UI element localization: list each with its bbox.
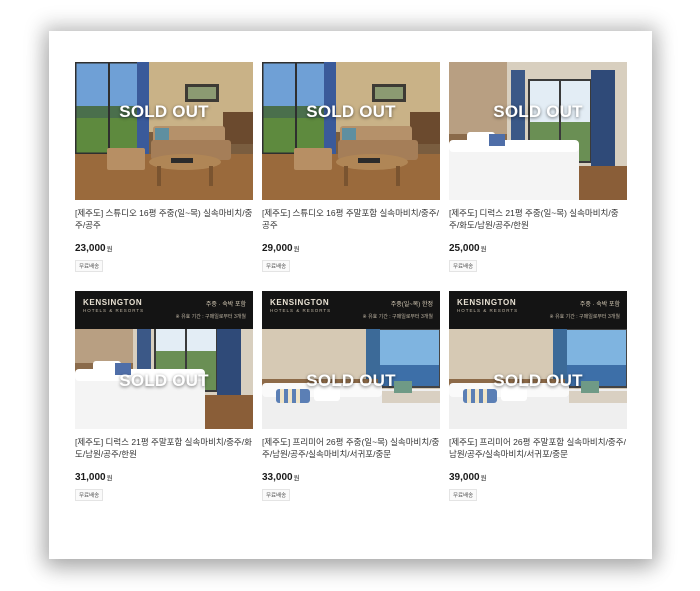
sold-out-overlay: SOLD OUT bbox=[306, 371, 396, 390]
free-shipping-badge: 무료배송 bbox=[449, 489, 478, 501]
hotel-logo: KENSINGTON bbox=[270, 298, 330, 307]
product-image[interactable]: KENSINGTON HOTELS & RESORTS 주중(일~목) 한정 ※… bbox=[262, 291, 440, 429]
product-image[interactable]: KENSINGTON HOTELS & RESORTS 주중 · 숙박 포함 ※… bbox=[75, 291, 253, 429]
price-currency: 원 bbox=[106, 475, 113, 482]
product-image[interactable]: KENSINGTON HOTELS & RESORTS 주중 · 숙박 포함 ※… bbox=[449, 291, 627, 429]
product-card[interactable]: SOLD OUT [제주도] 디럭스 21평 주중(일~목) 실속마비치/중주/… bbox=[449, 62, 627, 273]
product-title[interactable]: [제주도] 프리미어 26평 주말포함 실속마비치/중주/남원/공주/실속마비치… bbox=[449, 436, 627, 461]
price-amount: 29,000 bbox=[262, 243, 293, 254]
banner-validity: ※ 유효 기간 : 구매일로부터 3개월 bbox=[549, 314, 620, 320]
product-card[interactable]: KENSINGTON HOTELS & RESORTS 주중(일~목) 한정 ※… bbox=[262, 291, 440, 502]
product-card[interactable]: SOLD OUT [제주도] 스튜디오 16평 주말포함 실속마비치/중주/공주… bbox=[262, 62, 440, 273]
price-currency: 원 bbox=[480, 246, 487, 253]
banner-promo: 주중(일~목) 한정 bbox=[390, 302, 433, 308]
price-amount: 33,000 bbox=[262, 472, 293, 483]
hotel-logo-sub: HOTELS & RESORTS bbox=[83, 308, 145, 313]
banner-promo: 주중 · 숙박 포함 bbox=[579, 302, 620, 308]
product-price: 33,000원 bbox=[262, 472, 440, 483]
product-price: 39,000원 bbox=[449, 472, 627, 483]
sold-out-overlay: SOLD OUT bbox=[493, 102, 583, 121]
product-price: 25,000원 bbox=[449, 243, 627, 254]
hotel-banner: KENSINGTON HOTELS & RESORTS 주중 · 숙박 포함 ※… bbox=[449, 291, 627, 329]
product-title[interactable]: [제주도] 프리미어 26평 주중(일~목) 실속마비치/중주/남원/공주/실속… bbox=[262, 436, 440, 461]
sold-out-overlay: SOLD OUT bbox=[493, 371, 583, 390]
product-price: 31,000원 bbox=[75, 472, 253, 483]
product-card[interactable]: SOLD OUT [제주도] 스튜디오 16평 주중(일~목) 실속마비치/중주… bbox=[75, 62, 253, 273]
product-price: 23,000원 bbox=[75, 243, 253, 254]
sold-out-overlay: SOLD OUT bbox=[119, 371, 209, 390]
price-currency: 원 bbox=[293, 246, 300, 253]
product-card[interactable]: KENSINGTON HOTELS & RESORTS 주중 · 숙박 포함 ※… bbox=[75, 291, 253, 502]
banner-validity: ※ 유효 기간 : 구매일로부터 3개월 bbox=[175, 314, 246, 320]
hotel-banner: KENSINGTON HOTELS & RESORTS 주중 · 숙박 포함 ※… bbox=[75, 291, 253, 329]
product-card[interactable]: KENSINGTON HOTELS & RESORTS 주중 · 숙박 포함 ※… bbox=[449, 291, 627, 502]
free-shipping-badge: 무료배송 bbox=[262, 260, 291, 272]
price-amount: 25,000 bbox=[449, 243, 480, 254]
price-amount: 23,000 bbox=[75, 243, 106, 254]
banner-promo: 주중 · 숙박 포함 bbox=[205, 302, 246, 308]
product-grid: SOLD OUT [제주도] 스튜디오 16평 주중(일~목) 실속마비치/중주… bbox=[49, 31, 652, 559]
free-shipping-badge: 무료배송 bbox=[75, 260, 104, 272]
price-currency: 원 bbox=[106, 246, 113, 253]
product-title[interactable]: [제주도] 디럭스 21평 주말포함 실속마비치/중주/화도/남원/공주/한원 bbox=[75, 436, 253, 461]
price-amount: 31,000 bbox=[75, 472, 106, 483]
product-title[interactable]: [제주도] 디럭스 21평 주중(일~목) 실속마비치/중주/화도/남원/공주/… bbox=[449, 207, 627, 232]
price-currency: 원 bbox=[293, 475, 300, 482]
hotel-logo-sub: HOTELS & RESORTS bbox=[270, 308, 332, 313]
product-image[interactable]: SOLD OUT bbox=[75, 62, 253, 200]
price-currency: 원 bbox=[480, 475, 487, 482]
hotel-logo-sub: HOTELS & RESORTS bbox=[457, 308, 519, 313]
product-price: 29,000원 bbox=[262, 243, 440, 254]
sold-out-overlay: SOLD OUT bbox=[306, 102, 396, 121]
banner-validity: ※ 유효 기간 : 구매일로부터 3개월 bbox=[362, 314, 433, 320]
sold-out-overlay: SOLD OUT bbox=[119, 102, 209, 121]
free-shipping-badge: 무료배송 bbox=[75, 489, 104, 501]
product-image[interactable]: SOLD OUT bbox=[449, 62, 627, 200]
hotel-logo: KENSINGTON bbox=[457, 298, 517, 307]
hotel-logo: KENSINGTON bbox=[83, 298, 143, 307]
hotel-banner: KENSINGTON HOTELS & RESORTS 주중(일~목) 한정 ※… bbox=[262, 291, 440, 329]
price-amount: 39,000 bbox=[449, 472, 480, 483]
free-shipping-badge: 무료배송 bbox=[262, 489, 291, 501]
product-image[interactable]: SOLD OUT bbox=[262, 62, 440, 200]
product-title[interactable]: [제주도] 스튜디오 16평 주말포함 실속마비치/중주/공주 bbox=[262, 207, 440, 232]
product-title[interactable]: [제주도] 스튜디오 16평 주중(일~목) 실속마비치/중주/공주 bbox=[75, 207, 253, 232]
free-shipping-badge: 무료배송 bbox=[449, 260, 478, 272]
